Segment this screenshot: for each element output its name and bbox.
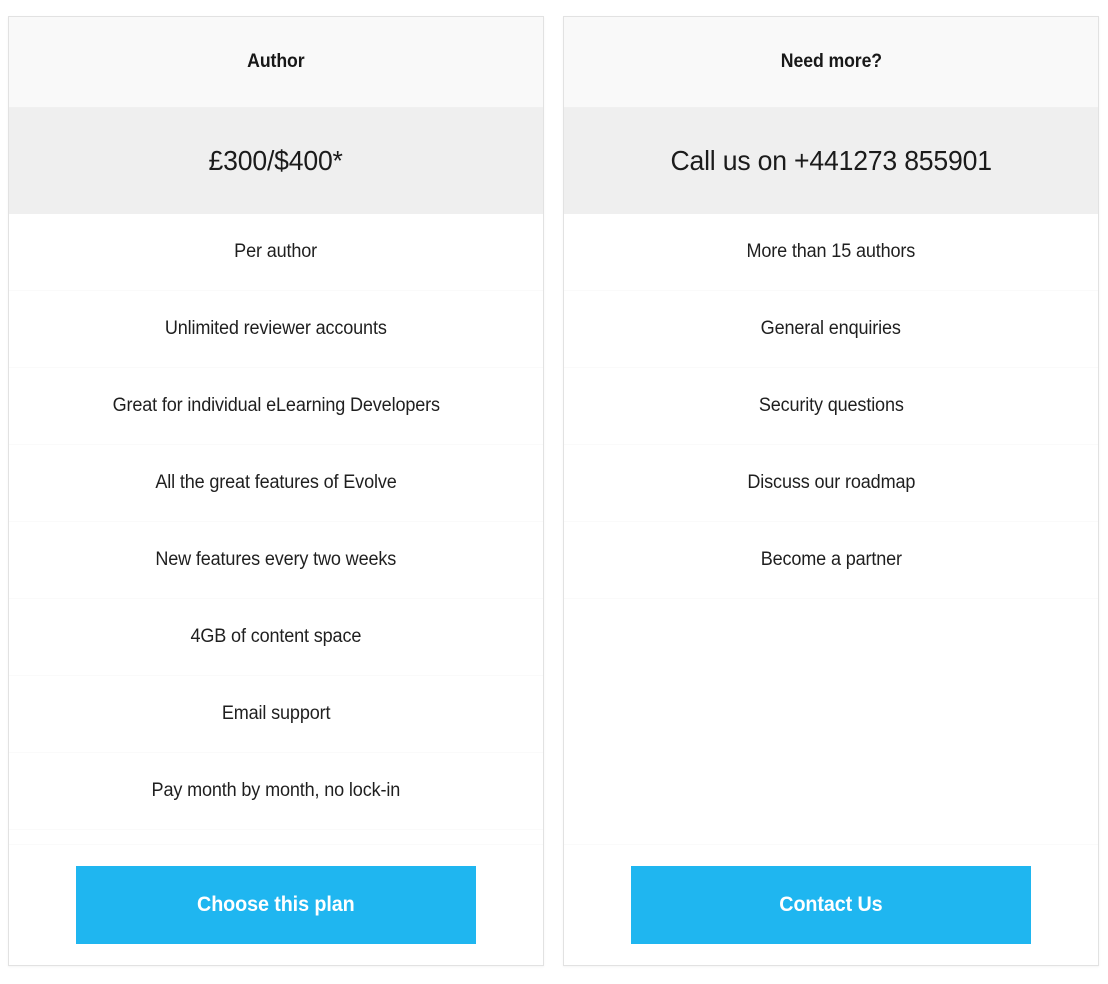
plan-card-need-more: Need more? Call us on +441273 855901 Mor… — [563, 16, 1099, 966]
list-item: Great for individual eLearning Developer… — [9, 368, 543, 445]
plan-header-need-more: Need more? — [564, 17, 1098, 108]
list-item: Unlimited reviewer accounts — [9, 291, 543, 368]
choose-this-plan-button[interactable]: Choose this plan — [76, 866, 476, 944]
plan-price-band-author: £300/$400* — [9, 108, 543, 214]
feature-label: Security questions — [758, 394, 904, 416]
feature-label: Per author — [234, 241, 318, 263]
feature-label: Email support — [221, 702, 331, 724]
feature-label: Become a partner — [760, 548, 902, 570]
feature-label: More than 15 authors — [746, 241, 916, 263]
plan-title: Need more? — [780, 51, 882, 72]
feature-label: Great for individual eLearning Developer… — [112, 394, 440, 416]
list-item: Become a partner — [564, 522, 1098, 599]
plan-price: £300/$400* — [208, 145, 344, 176]
list-item: General enquiries — [564, 291, 1098, 368]
feature-label: New features every two weeks — [155, 548, 397, 570]
list-item: Email support — [9, 676, 543, 753]
plan-header-author: Author — [9, 17, 543, 108]
plan-price-band-need-more: Call us on +441273 855901 — [564, 108, 1098, 214]
contact-us-button[interactable]: Contact Us — [631, 866, 1031, 944]
feature-label: Discuss our roadmap — [747, 471, 915, 493]
feature-list-filler — [9, 830, 543, 845]
list-item: Security questions — [564, 368, 1098, 445]
plan-contact-phone: Call us on +441273 855901 — [670, 145, 992, 176]
list-item: 4GB of content space — [9, 599, 543, 676]
list-item: Discuss our roadmap — [564, 445, 1098, 522]
plan-feature-list-author: Per author Unlimited reviewer accounts G… — [9, 214, 543, 845]
plan-title: Author — [247, 51, 305, 72]
contact-us-button-label: Contact Us — [779, 893, 883, 916]
plan-feature-list-need-more: More than 15 authors General enquiries S… — [564, 214, 1098, 845]
plan-cta-area-author: Choose this plan — [9, 845, 543, 965]
feature-label: Unlimited reviewer accounts — [165, 317, 387, 339]
list-item: New features every two weeks — [9, 522, 543, 599]
feature-label: 4GB of content space — [190, 625, 362, 647]
plan-cta-area-need-more: Contact Us — [564, 845, 1098, 965]
feature-label: Pay month by month, no lock-in — [151, 779, 401, 801]
plan-card-author: Author £300/$400* Per author Unlimited r… — [8, 16, 544, 966]
choose-this-plan-button-label: Choose this plan — [197, 893, 355, 916]
list-item: More than 15 authors — [564, 214, 1098, 291]
feature-list-filler — [564, 599, 1098, 845]
list-item: Per author — [9, 214, 543, 291]
feature-label: General enquiries — [760, 317, 902, 339]
pricing-table: Author £300/$400* Per author Unlimited r… — [0, 0, 1108, 984]
list-item: Pay month by month, no lock-in — [9, 753, 543, 830]
list-item: All the great features of Evolve — [9, 445, 543, 522]
feature-label: All the great features of Evolve — [155, 471, 397, 493]
